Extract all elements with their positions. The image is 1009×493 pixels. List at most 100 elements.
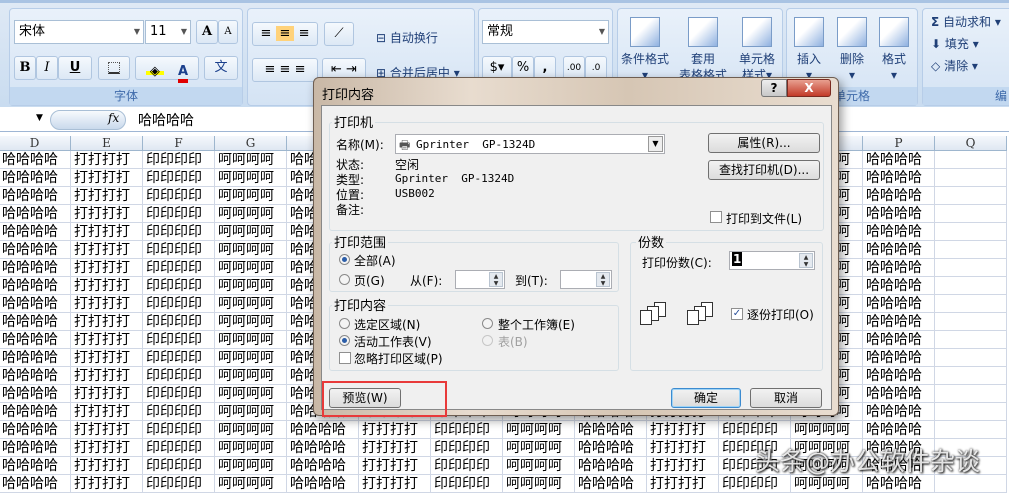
range-all-radio[interactable] <box>339 254 350 265</box>
cell-D[interactable]: 哈哈哈哈 <box>0 295 71 313</box>
cell-E[interactable]: 打打打打 <box>71 367 143 385</box>
chevron-down-icon[interactable]: ▼ <box>648 136 663 152</box>
cell-H[interactable]: 哈哈哈哈 <box>287 439 359 457</box>
ignore-print-area-checkbox[interactable] <box>339 352 351 364</box>
cell-P[interactable]: 哈哈哈哈 <box>863 205 935 223</box>
align-top-button[interactable]: ≡ ≡ ≡ <box>252 22 318 46</box>
cell-H[interactable]: 哈哈哈哈 <box>287 421 359 439</box>
cell-M[interactable]: 打打打打 <box>647 439 719 457</box>
cell-F[interactable]: 印印印印 <box>143 241 215 259</box>
phonetic-button[interactable]: 文 <box>204 56 238 80</box>
cell-G[interactable]: 呵呵呵呵 <box>215 205 287 223</box>
cell-P[interactable]: 哈哈哈哈 <box>863 259 935 277</box>
cell-D[interactable]: 哈哈哈哈 <box>0 403 71 421</box>
cell-D[interactable]: 哈哈哈哈 <box>0 277 71 295</box>
from-page-spinner[interactable]: ▲ ▼ <box>455 270 505 289</box>
shrink-font-button[interactable]: A <box>218 20 238 44</box>
cell-P[interactable]: 哈哈哈哈 <box>863 403 935 421</box>
cell-E[interactable]: 打打打打 <box>71 439 143 457</box>
cell-F[interactable]: 印印印印 <box>143 223 215 241</box>
cell-G[interactable]: 呵呵呵呵 <box>215 151 287 169</box>
cell-P[interactable]: 哈哈哈哈 <box>863 187 935 205</box>
cell-Q[interactable] <box>935 259 1007 277</box>
close-button[interactable]: X <box>787 79 831 97</box>
cell-P[interactable]: 哈哈哈哈 <box>863 169 935 187</box>
cell-P[interactable]: 哈哈哈哈 <box>863 385 935 403</box>
cell-F[interactable]: 印印印印 <box>143 331 215 349</box>
cell-P[interactable]: 哈哈哈哈 <box>863 277 935 295</box>
cell-E[interactable]: 打打打打 <box>71 295 143 313</box>
cell-M[interactable]: 打打打打 <box>647 421 719 439</box>
cell-K[interactable]: 呵呵呵呵 <box>503 421 575 439</box>
cell-Q[interactable] <box>935 403 1007 421</box>
cell-K[interactable]: 呵呵呵呵 <box>503 439 575 457</box>
cell-Q[interactable] <box>935 349 1007 367</box>
to-page-spinner[interactable]: ▲ ▼ <box>560 270 612 289</box>
cell-J[interactable]: 印印印印 <box>431 475 503 493</box>
cell-G[interactable]: 呵呵呵呵 <box>215 385 287 403</box>
name-box-dropdown[interactable]: ▼ <box>36 113 43 123</box>
cell-P[interactable]: 哈哈哈哈 <box>863 223 935 241</box>
cell-D[interactable]: 哈哈哈哈 <box>0 367 71 385</box>
cell-E[interactable]: 打打打打 <box>71 223 143 241</box>
cell-D[interactable]: 哈哈哈哈 <box>0 223 71 241</box>
cell-Q[interactable] <box>935 277 1007 295</box>
cell-E[interactable]: 打打打打 <box>71 475 143 493</box>
cell-D[interactable]: 哈哈哈哈 <box>0 457 71 475</box>
cell-Q[interactable] <box>935 385 1007 403</box>
orientation-button[interactable]: ⟋ <box>324 22 354 46</box>
cell-H[interactable]: 哈哈哈哈 <box>287 475 359 493</box>
help-button[interactable]: ? <box>761 79 787 97</box>
cell-F[interactable]: 印印印印 <box>143 457 215 475</box>
cell-I[interactable]: 打打打打 <box>359 475 431 493</box>
cell-E[interactable]: 打打打打 <box>71 457 143 475</box>
cell-P[interactable]: 哈哈哈哈 <box>863 241 935 259</box>
cell-G[interactable]: 呵呵呵呵 <box>215 241 287 259</box>
active-sheet-radio[interactable] <box>339 335 350 346</box>
cell-F[interactable]: 印印印印 <box>143 169 215 187</box>
cell-D[interactable]: 哈哈哈哈 <box>0 151 71 169</box>
cell-O[interactable]: 呵呵呵呵 <box>791 421 863 439</box>
conditional-format-button[interactable]: 条件格式 ▾ <box>620 17 670 83</box>
column-header-G[interactable]: G <box>215 136 287 151</box>
cell-Q[interactable] <box>935 331 1007 349</box>
cell-G[interactable]: 呵呵呵呵 <box>215 169 287 187</box>
cell-G[interactable]: 呵呵呵呵 <box>215 367 287 385</box>
cell-F[interactable]: 印印印印 <box>143 403 215 421</box>
cell-G[interactable]: 呵呵呵呵 <box>215 349 287 367</box>
cell-E[interactable]: 打打打打 <box>71 385 143 403</box>
cell-Q[interactable] <box>935 187 1007 205</box>
cell-H[interactable]: 哈哈哈哈 <box>287 457 359 475</box>
cell-P[interactable]: 哈哈哈哈 <box>863 349 935 367</box>
cell-Q[interactable] <box>935 367 1007 385</box>
cell-E[interactable]: 打打打打 <box>71 169 143 187</box>
cell-D[interactable]: 哈哈哈哈 <box>0 259 71 277</box>
cell-F[interactable]: 印印印印 <box>143 421 215 439</box>
cell-G[interactable]: 呵呵呵呵 <box>215 331 287 349</box>
cell-P[interactable]: 哈哈哈哈 <box>863 295 935 313</box>
cell-K[interactable]: 呵呵呵呵 <box>503 457 575 475</box>
cell-P[interactable]: 哈哈哈哈 <box>863 313 935 331</box>
cell-Q[interactable] <box>935 151 1007 169</box>
cell-D[interactable]: 哈哈哈哈 <box>0 385 71 403</box>
cell-F[interactable]: 印印印印 <box>143 367 215 385</box>
column-header-Q[interactable]: Q <box>935 136 1007 151</box>
cell-E[interactable]: 打打打打 <box>71 313 143 331</box>
print-to-file-checkbox[interactable] <box>710 211 722 223</box>
range-pages-radio[interactable] <box>339 274 350 285</box>
cell-Q[interactable] <box>935 313 1007 331</box>
cell-E[interactable]: 打打打打 <box>71 259 143 277</box>
border-button[interactable] <box>98 56 130 80</box>
cell-J[interactable]: 印印印印 <box>431 421 503 439</box>
cell-F[interactable]: 印印印印 <box>143 187 215 205</box>
cell-D[interactable]: 哈哈哈哈 <box>0 439 71 457</box>
cell-I[interactable]: 打打打打 <box>359 457 431 475</box>
cell-G[interactable]: 呵呵呵呵 <box>215 475 287 493</box>
formula-input[interactable]: 哈哈哈哈 <box>138 110 194 130</box>
cell-E[interactable]: 打打打打 <box>71 421 143 439</box>
cell-F[interactable]: 印印印印 <box>143 313 215 331</box>
cell-G[interactable]: 呵呵呵呵 <box>215 259 287 277</box>
cell-G[interactable]: 呵呵呵呵 <box>215 313 287 331</box>
cell-E[interactable]: 打打打打 <box>71 403 143 421</box>
cell-F[interactable]: 印印印印 <box>143 151 215 169</box>
